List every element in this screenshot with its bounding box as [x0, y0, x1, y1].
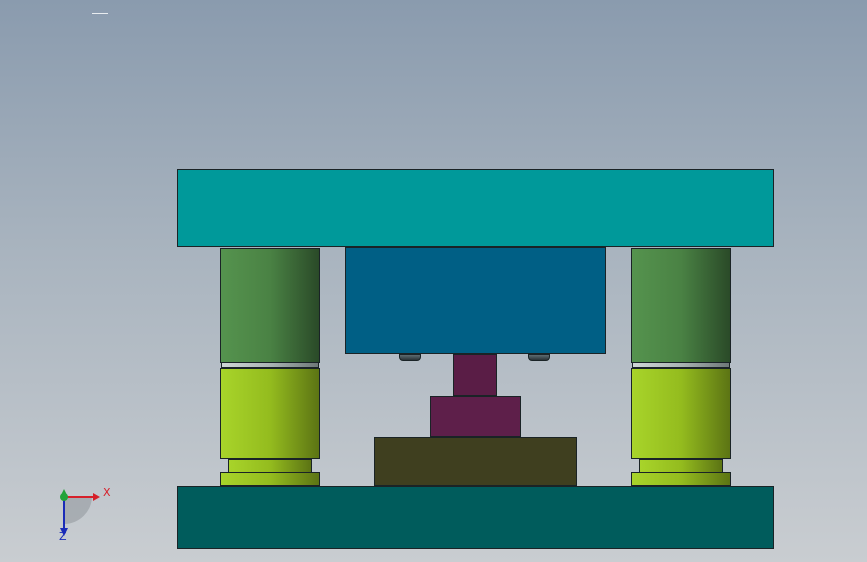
cad-viewport[interactable]: X Z — [0, 0, 867, 562]
left-guide-neck[interactable] — [228, 459, 312, 473]
right-upper-guide-bushing[interactable] — [631, 248, 731, 363]
z-axis-label: Z — [59, 530, 67, 543]
upper-die-plate[interactable] — [177, 169, 774, 247]
right-screw-head[interactable] — [528, 354, 550, 361]
punch-shank[interactable] — [453, 354, 497, 396]
viewport-mark — [92, 13, 108, 14]
right-guide-neck[interactable] — [639, 459, 723, 473]
coordinate-triad-icon[interactable]: X Z — [40, 480, 120, 550]
left-guide-foot[interactable] — [220, 472, 320, 486]
upper-die-block[interactable] — [345, 247, 606, 354]
punch-body[interactable] — [430, 396, 521, 437]
left-upper-guide-bushing[interactable] — [220, 248, 320, 363]
left-screw-head[interactable] — [399, 354, 421, 361]
x-axis-label: X — [103, 486, 111, 499]
right-lower-guide-bushing[interactable] — [631, 368, 731, 459]
left-lower-guide-bushing[interactable] — [220, 368, 320, 459]
right-guide-foot[interactable] — [631, 472, 731, 486]
lower-die-block[interactable] — [374, 437, 577, 486]
lower-die-plate[interactable] — [177, 486, 774, 549]
